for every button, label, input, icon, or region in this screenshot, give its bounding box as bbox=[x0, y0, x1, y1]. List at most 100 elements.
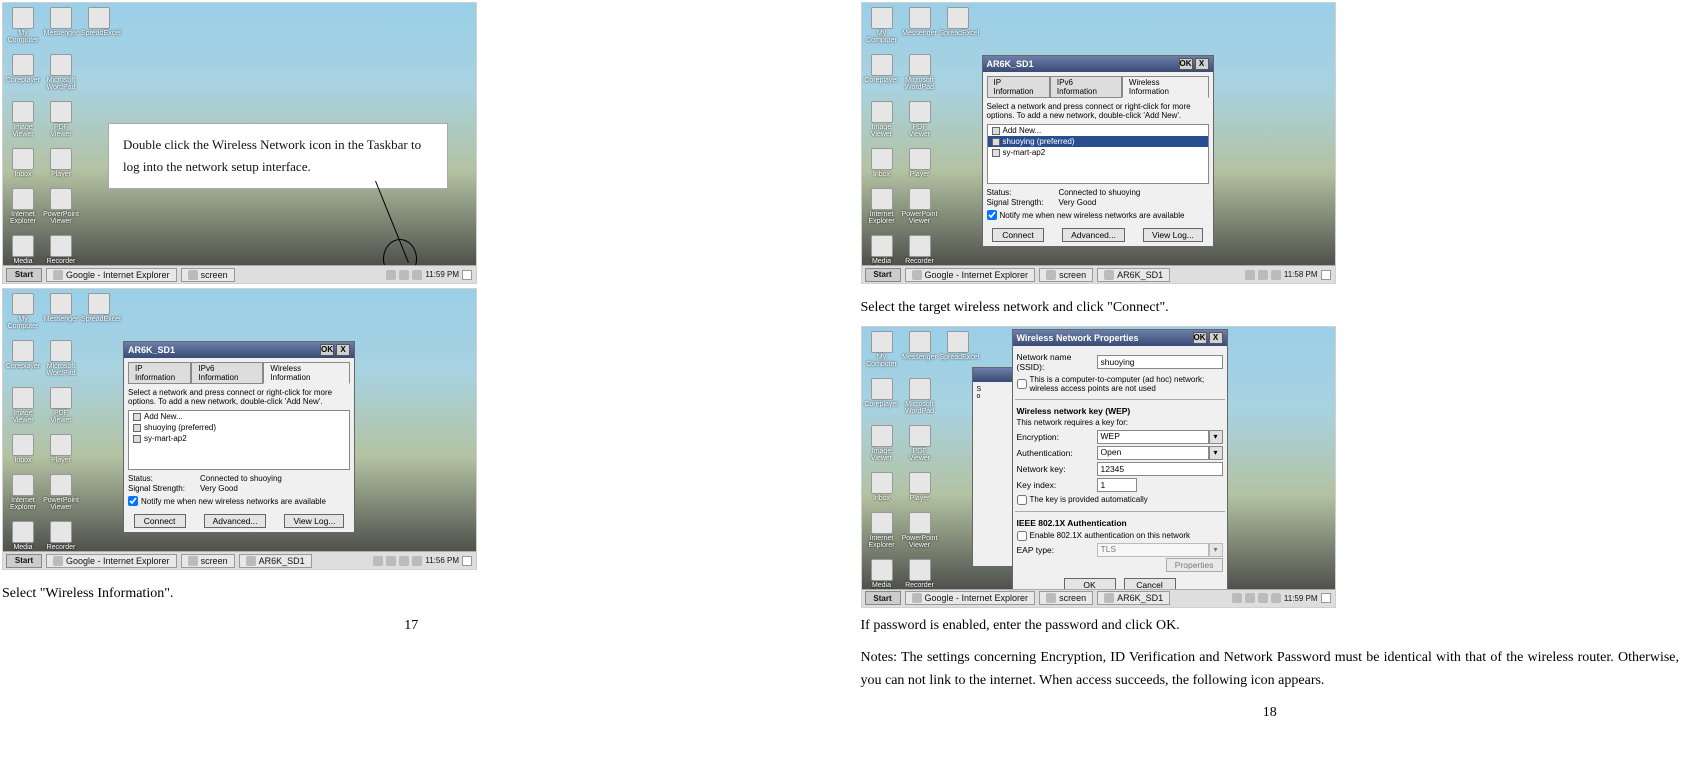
image-icon bbox=[871, 101, 893, 123]
key-auto-checkbox[interactable]: The key is provided automatically bbox=[1017, 495, 1223, 505]
eap-type-select: TLS▾ bbox=[1097, 543, 1223, 557]
tab-ip-info[interactable]: IP Information bbox=[128, 362, 191, 384]
key-index-input[interactable] bbox=[1097, 478, 1137, 492]
dialog-close-button[interactable]: X bbox=[1195, 58, 1209, 70]
tray-wireless-icon[interactable] bbox=[386, 556, 396, 566]
tray-network-icon[interactable] bbox=[399, 556, 409, 566]
start-button[interactable]: Start bbox=[865, 591, 901, 605]
dialog-close-button[interactable]: X bbox=[1209, 332, 1223, 344]
tray-sound-icon[interactable] bbox=[386, 270, 396, 280]
tray-volume-icon[interactable] bbox=[412, 556, 422, 566]
connect-button[interactable]: Connect bbox=[134, 514, 186, 528]
wifi-small-icon bbox=[1104, 270, 1114, 280]
taskbar-app-ar6k[interactable]: AR6K_SD1 bbox=[239, 554, 312, 568]
network-item-symart[interactable]: sy-mart-ap2 bbox=[129, 433, 349, 444]
tray-network-icon[interactable] bbox=[412, 270, 422, 280]
status-label: Status: bbox=[128, 474, 200, 483]
desktop-area: My Computer Messenger SpreadExcel Corepl… bbox=[862, 327, 1335, 607]
dialog-close-button[interactable]: X bbox=[336, 344, 350, 356]
network-add-new[interactable]: Add New... bbox=[988, 125, 1208, 136]
icon-wordpad[interactable]: Microsoft WordPad bbox=[45, 54, 77, 91]
system-tray: 11:59 PM bbox=[386, 270, 476, 280]
icon-my-computer[interactable]: My Computer bbox=[7, 7, 39, 44]
network-item-shuoying[interactable]: shuoying (preferred) bbox=[129, 422, 349, 433]
tray-sound-icon[interactable] bbox=[373, 556, 383, 566]
ssid-input[interactable] bbox=[1097, 355, 1223, 369]
encryption-select[interactable]: WEP▾ bbox=[1097, 430, 1223, 444]
recorder-icon bbox=[50, 235, 72, 257]
key-index-label: Key index: bbox=[1017, 480, 1097, 490]
view-log-button[interactable]: View Log... bbox=[284, 514, 344, 528]
notify-checkbox[interactable]: Notify me when new wireless networks are… bbox=[128, 496, 350, 506]
tray-sound-icon[interactable] bbox=[1245, 270, 1255, 280]
advanced-button[interactable]: Advanced... bbox=[204, 514, 267, 528]
taskbar-app-screen[interactable]: screen bbox=[181, 268, 235, 282]
tray-volume-icon[interactable] bbox=[1271, 593, 1281, 603]
icon-coreplayer[interactable]: Coreplayer bbox=[7, 54, 39, 91]
tray-wireless-icon[interactable] bbox=[1245, 593, 1255, 603]
taskbar-app-ie[interactable]: Google - Internet Explorer bbox=[905, 268, 1036, 282]
network-item-shuoying[interactable]: shuoying (preferred) bbox=[988, 136, 1208, 147]
start-button[interactable]: Start bbox=[6, 554, 42, 568]
wifi-small-icon bbox=[1104, 593, 1114, 603]
tray-flag-icon[interactable] bbox=[1321, 270, 1331, 280]
icon-spreadexcel[interactable]: SpreadExcel bbox=[83, 7, 115, 44]
tray-flag-icon[interactable] bbox=[1321, 593, 1331, 603]
computer-icon bbox=[871, 331, 893, 353]
notify-checkbox[interactable]: Notify me when new wireless networks are… bbox=[987, 210, 1209, 220]
taskbar-app-screen[interactable]: screen bbox=[181, 554, 235, 568]
tray-network-icon[interactable] bbox=[1271, 270, 1281, 280]
dialog-titlebar[interactable]: AR6K_SD1 OK X bbox=[124, 342, 354, 358]
network-add-new[interactable]: Add New... bbox=[129, 411, 349, 422]
caption-notes: Notes: The settings concerning Encryptio… bbox=[861, 646, 1680, 694]
icon-ppt-viewer[interactable]: PowerPoint Viewer bbox=[45, 188, 77, 225]
icon-image-viewer[interactable]: Image Viewer bbox=[7, 101, 39, 138]
ie-icon bbox=[12, 474, 34, 496]
signal-value: Very Good bbox=[1059, 198, 1209, 207]
dialog-titlebar[interactable]: Wireless Network Properties OK X bbox=[1013, 330, 1227, 346]
tab-ipv6-info[interactable]: IPv6 Information bbox=[191, 362, 263, 384]
advanced-button[interactable]: Advanced... bbox=[1062, 228, 1125, 242]
taskbar-app-ie[interactable]: Google - Internet Explorer bbox=[905, 591, 1036, 605]
network-item-symart[interactable]: sy-mart-ap2 bbox=[988, 147, 1208, 158]
start-button[interactable]: Start bbox=[865, 268, 901, 282]
tab-wireless-info[interactable]: Wireless Information bbox=[263, 362, 350, 384]
tray-flag-icon[interactable] bbox=[462, 270, 472, 280]
connect-button[interactable]: Connect bbox=[992, 228, 1044, 242]
taskbar-app-screen[interactable]: screen bbox=[1039, 591, 1093, 605]
taskbar-app-ar6k[interactable]: AR6K_SD1 bbox=[1097, 591, 1170, 605]
network-list[interactable]: Add New... shuoying (preferred) sy-mart-… bbox=[987, 124, 1209, 184]
screenshot-3: My Computer Messenger SpreadExcel Corepl… bbox=[861, 2, 1336, 284]
taskbar-app-screen[interactable]: screen bbox=[1039, 268, 1093, 282]
icon-inbox[interactable]: Inbox bbox=[7, 148, 39, 178]
ieee-enable-checkbox[interactable]: Enable 802.1X authentication on this net… bbox=[1017, 531, 1223, 541]
tab-ip-info[interactable]: IP Information bbox=[987, 76, 1050, 98]
tray-flag-icon[interactable] bbox=[462, 556, 472, 566]
taskbar-app-ie[interactable]: Google - Internet Explorer bbox=[46, 268, 177, 282]
adhoc-checkbox[interactable]: This is a computer-to-computer (ad hoc) … bbox=[1017, 375, 1223, 393]
start-button[interactable]: Start bbox=[6, 268, 42, 282]
taskbar-app-ie[interactable]: Google - Internet Explorer bbox=[46, 554, 177, 568]
authentication-select[interactable]: Open▾ bbox=[1097, 446, 1223, 460]
icon-pdf-viewer[interactable]: PDF Viewer bbox=[45, 101, 77, 138]
network-key-input[interactable] bbox=[1097, 462, 1223, 476]
dialog-titlebar[interactable]: AR6K_SD1 OK X bbox=[983, 56, 1213, 72]
tray-sound-icon[interactable] bbox=[1232, 593, 1242, 603]
inbox-icon bbox=[871, 148, 893, 170]
tray-wireless-icon[interactable] bbox=[1258, 270, 1268, 280]
tray-wireless-icon[interactable] bbox=[399, 270, 409, 280]
tray-network-icon[interactable] bbox=[1258, 593, 1268, 603]
tab-wireless-info[interactable]: Wireless Information bbox=[1122, 76, 1209, 98]
icon-ie[interactable]: Internet Explorer bbox=[7, 188, 39, 225]
dialog-ok-button[interactable]: OK bbox=[1193, 332, 1207, 344]
icon-player[interactable]: Player bbox=[45, 148, 77, 178]
taskbar-app-ar6k[interactable]: AR6K_SD1 bbox=[1097, 268, 1170, 282]
network-list[interactable]: Add New... shuoying (preferred) sy-mart-… bbox=[128, 410, 350, 470]
callout-text: Double click the Wireless Network icon i… bbox=[123, 137, 421, 174]
view-log-button[interactable]: View Log... bbox=[1143, 228, 1203, 242]
authentication-label: Authentication: bbox=[1017, 448, 1097, 458]
dialog-ok-button[interactable]: OK bbox=[320, 344, 334, 356]
dialog-ok-button[interactable]: OK bbox=[1179, 58, 1193, 70]
icon-messenger[interactable]: Messenger bbox=[45, 7, 77, 44]
tab-ipv6-info[interactable]: IPv6 Information bbox=[1050, 76, 1122, 98]
